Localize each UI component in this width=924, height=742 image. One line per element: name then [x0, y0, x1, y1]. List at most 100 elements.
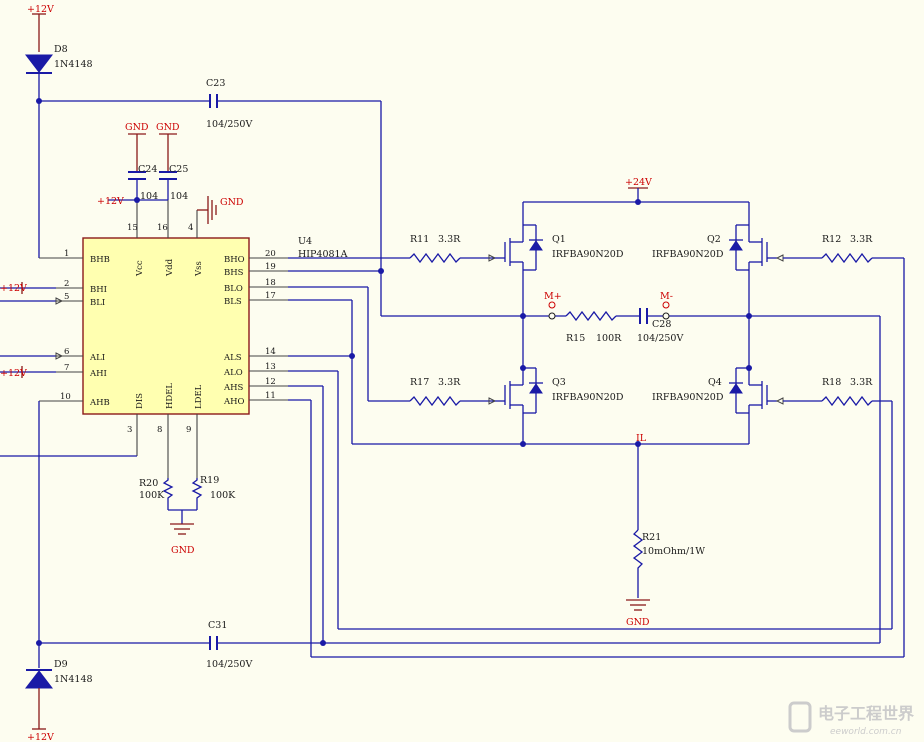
r21-value: 10mOhm/1W — [642, 546, 705, 557]
gnd-label-c25: GND — [156, 122, 180, 133]
ic-ref: U4 — [298, 236, 312, 247]
c28-value: 104/250V — [637, 333, 683, 344]
resistor-r12: R12 3.3R — [821, 234, 873, 264]
pin-num: 5 — [64, 292, 69, 302]
c28-ref: C28 — [652, 319, 671, 330]
capacitor-c23: C23 104/250V — [39, 78, 381, 130]
pin-num: 15 — [127, 223, 138, 233]
gnd-label-r19: GND — [171, 545, 195, 556]
pin-num: 12 — [265, 377, 276, 387]
diode-d8: +12V D8 1N4148 — [24, 4, 93, 258]
pin-name: ALO — [223, 368, 243, 378]
power-label-12v-bhi: +12V — [0, 283, 27, 294]
r20-value: 100K — [139, 490, 165, 501]
c23-value: 104/250V — [206, 119, 252, 130]
pin-name: Vss — [194, 261, 204, 277]
watermark-text: 电子工程世界 — [818, 704, 914, 723]
pin-num: 16 — [157, 223, 168, 233]
capacitor-c31: C31 104/250V — [39, 620, 323, 670]
pin-num: 3 — [127, 425, 132, 435]
capacitor-c24: GND C24 104 — [125, 122, 158, 202]
power-24v-rail: +24V — [522, 177, 750, 225]
watermark-logo: 电子工程世界 eeworld.com.cn — [788, 701, 914, 737]
r18-ref: R18 — [822, 377, 841, 388]
resistor-r19: R19 100K — [191, 475, 236, 510]
c23-ref: C23 — [206, 78, 225, 89]
r17-value: 3.3R — [438, 377, 461, 388]
r12-ref: R12 — [822, 234, 841, 245]
pin-name: BHB — [90, 255, 110, 265]
power-label-12v-vcc: +12V — [97, 196, 124, 207]
pin-num: 6 — [64, 347, 69, 357]
r18-value: 3.3R — [850, 377, 873, 388]
gnd-label-r21: GND — [626, 617, 650, 628]
pin-num: 9 — [186, 425, 191, 435]
q2-ref: Q2 — [707, 234, 721, 245]
q4-value: IRFBA90N20D — [652, 392, 724, 403]
pin-name: BLS — [224, 297, 242, 307]
ground-r19-r20: GND — [170, 523, 195, 556]
c24-ref: C24 — [138, 164, 157, 175]
capacitor-c28: C28 104/250V — [637, 308, 683, 344]
mosfet-q2: Q2 IRFBA90N20D — [652, 224, 784, 316]
pin-name: BHI — [90, 285, 107, 295]
pin-num: 13 — [265, 362, 276, 372]
q3-ref: Q3 — [552, 377, 566, 388]
pin-name: AHB — [89, 398, 110, 408]
pin-name: ALS — [223, 353, 242, 363]
pin-num: 20 — [265, 249, 276, 259]
d9-value: 1N4148 — [54, 674, 93, 685]
d8-ref: D8 — [54, 44, 68, 55]
pin-name: ALI — [89, 353, 105, 363]
resistor-r11: R11 3.3R — [409, 234, 461, 264]
pin-name: BHS — [224, 268, 244, 278]
r19-value: 100K — [210, 490, 236, 501]
pin-num: 2 — [64, 279, 69, 289]
gnd-label-c24: GND — [125, 122, 149, 133]
r15-value: 100R — [596, 333, 622, 344]
mosfet-q1: Q1 IRFBA90N20D — [495, 224, 624, 316]
c25-value: 104 — [170, 191, 188, 202]
net-m-plus: M+ — [544, 291, 562, 302]
pin-name: DIS — [135, 393, 145, 409]
net-m-minus: M- — [660, 291, 673, 302]
r17-ref: R17 — [410, 377, 429, 388]
ic-u4: U4 HIP4081A 1 BHB 2 BHI 5 BLI 6 ALI 7 AH… — [39, 200, 348, 478]
pin-name: BLI — [90, 298, 105, 308]
pin-num: 18 — [265, 278, 276, 288]
power-label-12v-bottom: +12V — [27, 732, 54, 742]
resistor-r20: R20 100K — [139, 478, 174, 510]
q1-value: IRFBA90N20D — [552, 249, 624, 260]
r11-value: 3.3R — [438, 234, 461, 245]
watermark-url: eeworld.com.cn — [830, 727, 902, 737]
gnd-label-vss: GND — [220, 197, 244, 208]
net-il: IL — [636, 433, 647, 444]
vss-ground: GND — [197, 196, 244, 224]
pin-name: Vcc — [135, 260, 145, 277]
pin-name: BHO — [224, 255, 245, 265]
c31-ref: C31 — [208, 620, 227, 631]
r19-ref: R19 — [200, 475, 219, 486]
diode-d9: +12V D9 1N4148 — [24, 643, 93, 742]
pin-num: 17 — [265, 291, 276, 301]
pin-num: 4 — [188, 223, 193, 233]
c25-ref: C25 — [169, 164, 188, 175]
ground-r21: GND — [626, 599, 650, 628]
resistor-r18: R18 3.3R — [821, 377, 873, 407]
pin-num: 14 — [265, 347, 276, 357]
watermark-logo-icon — [788, 701, 812, 733]
pin-name: Vdd — [165, 258, 175, 277]
pin-num: 10 — [60, 392, 71, 402]
q1-ref: Q1 — [552, 234, 566, 245]
r11-ref: R11 — [410, 234, 429, 245]
q2-value: IRFBA90N20D — [652, 249, 724, 260]
pin-name: AHI — [89, 369, 107, 379]
d8-value: 1N4148 — [54, 59, 93, 70]
capacitor-c25: GND C25 104 — [156, 122, 188, 202]
r21-ref: R21 — [642, 532, 661, 543]
resistor-r15: R15 100R — [565, 310, 622, 344]
r20-ref: R20 — [139, 478, 158, 489]
c31-value: 104/250V — [206, 659, 252, 670]
q4-ref: Q4 — [708, 377, 722, 388]
pin-name: BLO — [224, 284, 243, 294]
